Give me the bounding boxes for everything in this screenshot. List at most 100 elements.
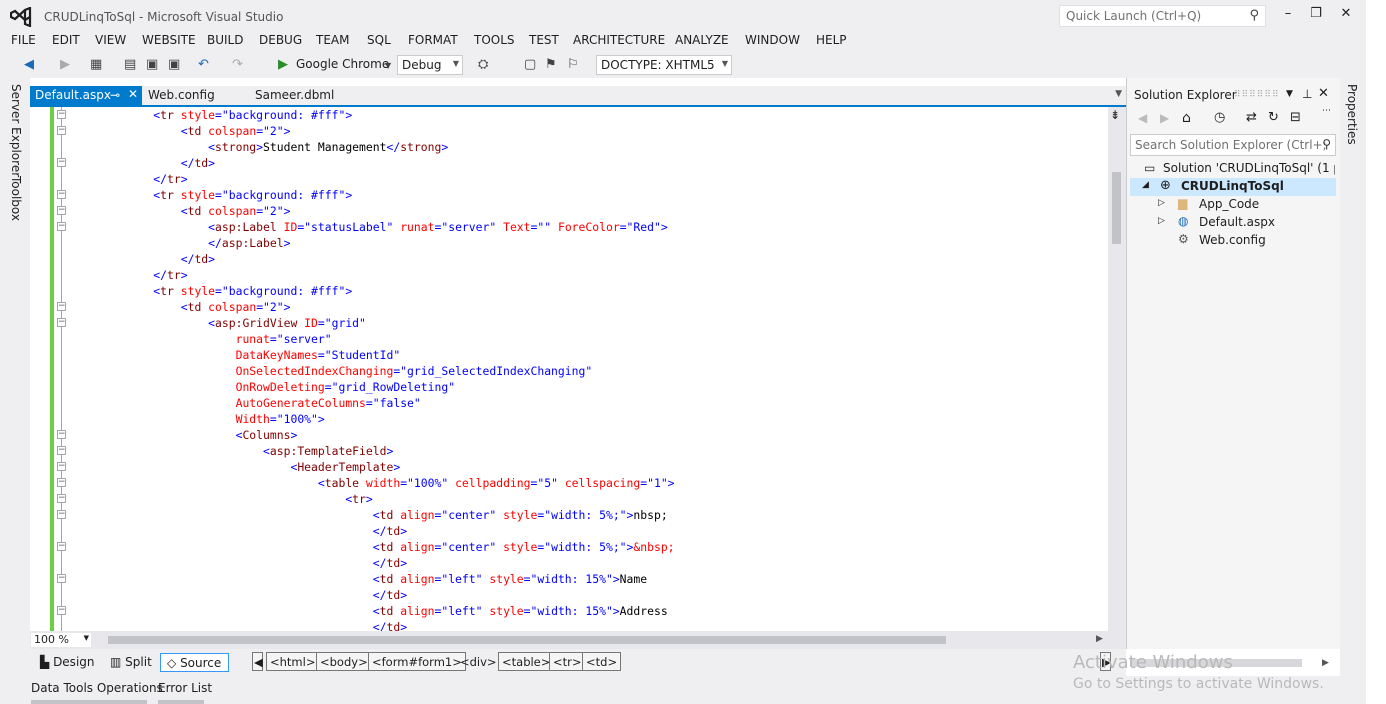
collapse-outline-icon[interactable]: − — [57, 574, 66, 583]
menu-view[interactable]: VIEW — [95, 33, 126, 47]
solution-search-input[interactable]: Search Solution Explorer (Ctrl+; ⚲ — [1130, 134, 1336, 156]
code-line[interactable]: </td> — [71, 555, 407, 571]
menu-format[interactable]: FORMAT — [408, 33, 458, 47]
sync-icon[interactable]: ⇄ — [1246, 110, 1257, 125]
code-line[interactable]: </td> — [71, 587, 407, 603]
collapse-outline-icon[interactable]: − — [57, 478, 66, 487]
tab-sameer-dbml[interactable]: Sameer.dbml — [249, 86, 340, 105]
minimize-button[interactable]: – — [1278, 6, 1298, 21]
source-view-button[interactable]: ◇ Source — [160, 653, 229, 672]
start-debug-icon[interactable]: ▶ — [278, 57, 288, 72]
code-line[interactable]: <asp:GridView ID="grid" — [71, 315, 366, 331]
breadcrumb-form[interactable]: <form#form1> — [368, 652, 466, 671]
close-icon[interactable]: ✕ — [128, 87, 138, 101]
collapse-outline-icon[interactable]: − — [57, 510, 66, 519]
code-line[interactable]: </td> — [71, 523, 407, 539]
code-line[interactable]: <strong>Student Management</strong> — [71, 139, 448, 155]
bookmark-icon[interactable]: ⚑ — [545, 57, 557, 72]
forward-icon[interactable]: ▶ — [1160, 111, 1169, 125]
split-editor-icon[interactable]: ⇟ — [1110, 108, 1120, 122]
redo-icon[interactable]: ↷ — [232, 57, 243, 72]
menu-sql[interactable]: SQL — [367, 33, 391, 47]
code-line[interactable]: </td> — [71, 155, 215, 171]
open-file-icon[interactable]: ▤ — [124, 57, 136, 72]
code-line[interactable]: OnSelectedIndexChanging="grid_SelectedIn… — [71, 363, 593, 379]
breadcrumb-body[interactable]: <body> — [316, 652, 372, 671]
code-line[interactable]: <td align="left" style="width: 15%">Addr… — [71, 603, 668, 619]
collapse-outline-icon[interactable]: − — [57, 430, 66, 439]
vertical-scroll-thumb[interactable] — [1112, 172, 1121, 244]
solution-node[interactable]: Solution 'CRUDLinqToSql' (1 proj — [1163, 161, 1335, 175]
collapse-outline-icon[interactable]: − — [57, 206, 66, 215]
back-icon[interactable]: ◀ — [1138, 111, 1147, 125]
run-target-dropdown-icon[interactable]: ▼ — [385, 61, 391, 70]
code-line[interactable]: <asp:Label ID="statusLabel" runat="serve… — [71, 219, 668, 235]
close-icon[interactable]: ✕ — [1318, 86, 1329, 101]
code-line[interactable]: <Columns> — [71, 427, 298, 443]
menu-build[interactable]: BUILD — [207, 33, 243, 47]
tab-default-aspx[interactable]: Default.aspx ⊸ ✕ — [30, 86, 142, 105]
menu-help[interactable]: HELP — [816, 33, 847, 47]
clear-bookmark-icon[interactable]: ⚐ — [567, 57, 579, 72]
collapse-outline-icon[interactable]: − — [57, 606, 66, 615]
code-line[interactable]: </tr> — [71, 171, 187, 187]
more-options-icon[interactable]: ⋯ — [1322, 106, 1331, 116]
undo-icon[interactable]: ↶ — [198, 57, 209, 72]
code-line[interactable]: <td align="center" style="width: 5%;">&n… — [71, 539, 675, 555]
restore-button[interactable]: ❐ — [1306, 6, 1326, 21]
collapse-outline-icon[interactable]: − — [57, 126, 66, 135]
close-window-button[interactable]: ✕ — [1336, 6, 1356, 21]
tab-error-list[interactable]: Error List — [158, 681, 212, 695]
tree-item-web-config[interactable]: Web.config — [1199, 233, 1266, 247]
menu-edit[interactable]: EDIT — [52, 33, 80, 47]
comment-icon[interactable]: ▢ — [524, 57, 536, 72]
code-line[interactable]: </asp:Label> — [71, 235, 290, 251]
code-line[interactable]: <tr> — [71, 491, 372, 507]
quick-launch-input[interactable]: Quick Launch (Ctrl+Q) ⚲ — [1059, 5, 1266, 27]
code-editor[interactable]: <tr style="background: #fff"> − <td colsp… — [30, 107, 1108, 631]
back-icon[interactable]: ◀ — [24, 57, 34, 72]
collapse-outline-icon[interactable]: − — [57, 318, 66, 327]
code-line[interactable]: <td align="left" style="width: 15%">Name — [71, 571, 647, 587]
split-view-button[interactable]: ▥ Split — [104, 653, 158, 672]
breadcrumb-div[interactable]: <div> — [456, 652, 501, 671]
code-line[interactable]: <td colspan="2"> — [71, 123, 291, 139]
design-view-button[interactable]: ▙ Design — [34, 653, 101, 672]
breadcrumb-html[interactable]: <html> — [266, 652, 320, 671]
zoom-select[interactable]: 100 % ▼ — [31, 633, 91, 647]
menu-website[interactable]: WEBSITE — [142, 33, 196, 47]
collapse-outline-icon[interactable]: − — [57, 462, 66, 471]
code-line[interactable]: Width="100%"> — [71, 411, 325, 427]
refresh-icon[interactable]: ↻ — [1268, 110, 1279, 125]
menu-test[interactable]: TEST — [529, 33, 559, 47]
code-line[interactable]: OnRowDeleting="grid_RowDeleting" — [71, 379, 455, 395]
menu-file[interactable]: FILE — [11, 33, 36, 47]
code-line[interactable]: <td align="center" style="width: 5%;">nb… — [71, 507, 668, 523]
code-line[interactable]: </tr> — [71, 267, 187, 283]
code-line[interactable]: DataKeyNames="StudentId" — [71, 347, 401, 363]
tab-web-config[interactable]: Web.config — [142, 86, 221, 105]
menu-tools[interactable]: TOOLS — [474, 33, 515, 47]
new-project-icon[interactable]: ▦ — [90, 57, 102, 72]
server-explorer-tab[interactable]: Server Explorer — [9, 84, 23, 177]
code-line[interactable]: </td> — [71, 251, 215, 267]
code-line[interactable]: <tr style="background: #fff"> — [71, 187, 352, 203]
configuration-select[interactable]: Debug ▼ — [397, 55, 463, 75]
code-line[interactable]: runat="server" — [71, 331, 332, 347]
code-line[interactable]: <HeaderTemplate> — [71, 459, 400, 475]
code-line[interactable]: <td colspan="2"> — [71, 203, 291, 219]
code-line[interactable]: </td> — [71, 619, 407, 631]
toolbox-tab[interactable]: Toolbox — [9, 176, 23, 221]
code-line[interactable]: <asp:TemplateField> — [71, 443, 393, 459]
collapsed-arrow-icon[interactable]: ▷ — [1158, 216, 1165, 226]
collapse-outline-icon[interactable]: − — [57, 110, 66, 119]
collapse-outline-icon[interactable]: − — [57, 494, 66, 503]
tab-data-tools-operations[interactable]: Data Tools Operations — [31, 681, 163, 695]
menu-architecture[interactable]: ARCHITECTURE — [573, 33, 665, 47]
collapsed-arrow-icon[interactable]: ▷ — [1158, 198, 1165, 208]
menu-analyze[interactable]: ANALYZE — [675, 33, 729, 47]
browser-link-icon[interactable]: ⛭ — [478, 57, 488, 72]
tab-list-dropdown-icon[interactable]: ▼ — [1115, 89, 1122, 99]
tree-item-app-code[interactable]: App_Code — [1199, 197, 1259, 211]
code-line[interactable]: AutoGenerateColumns="false" — [71, 395, 421, 411]
